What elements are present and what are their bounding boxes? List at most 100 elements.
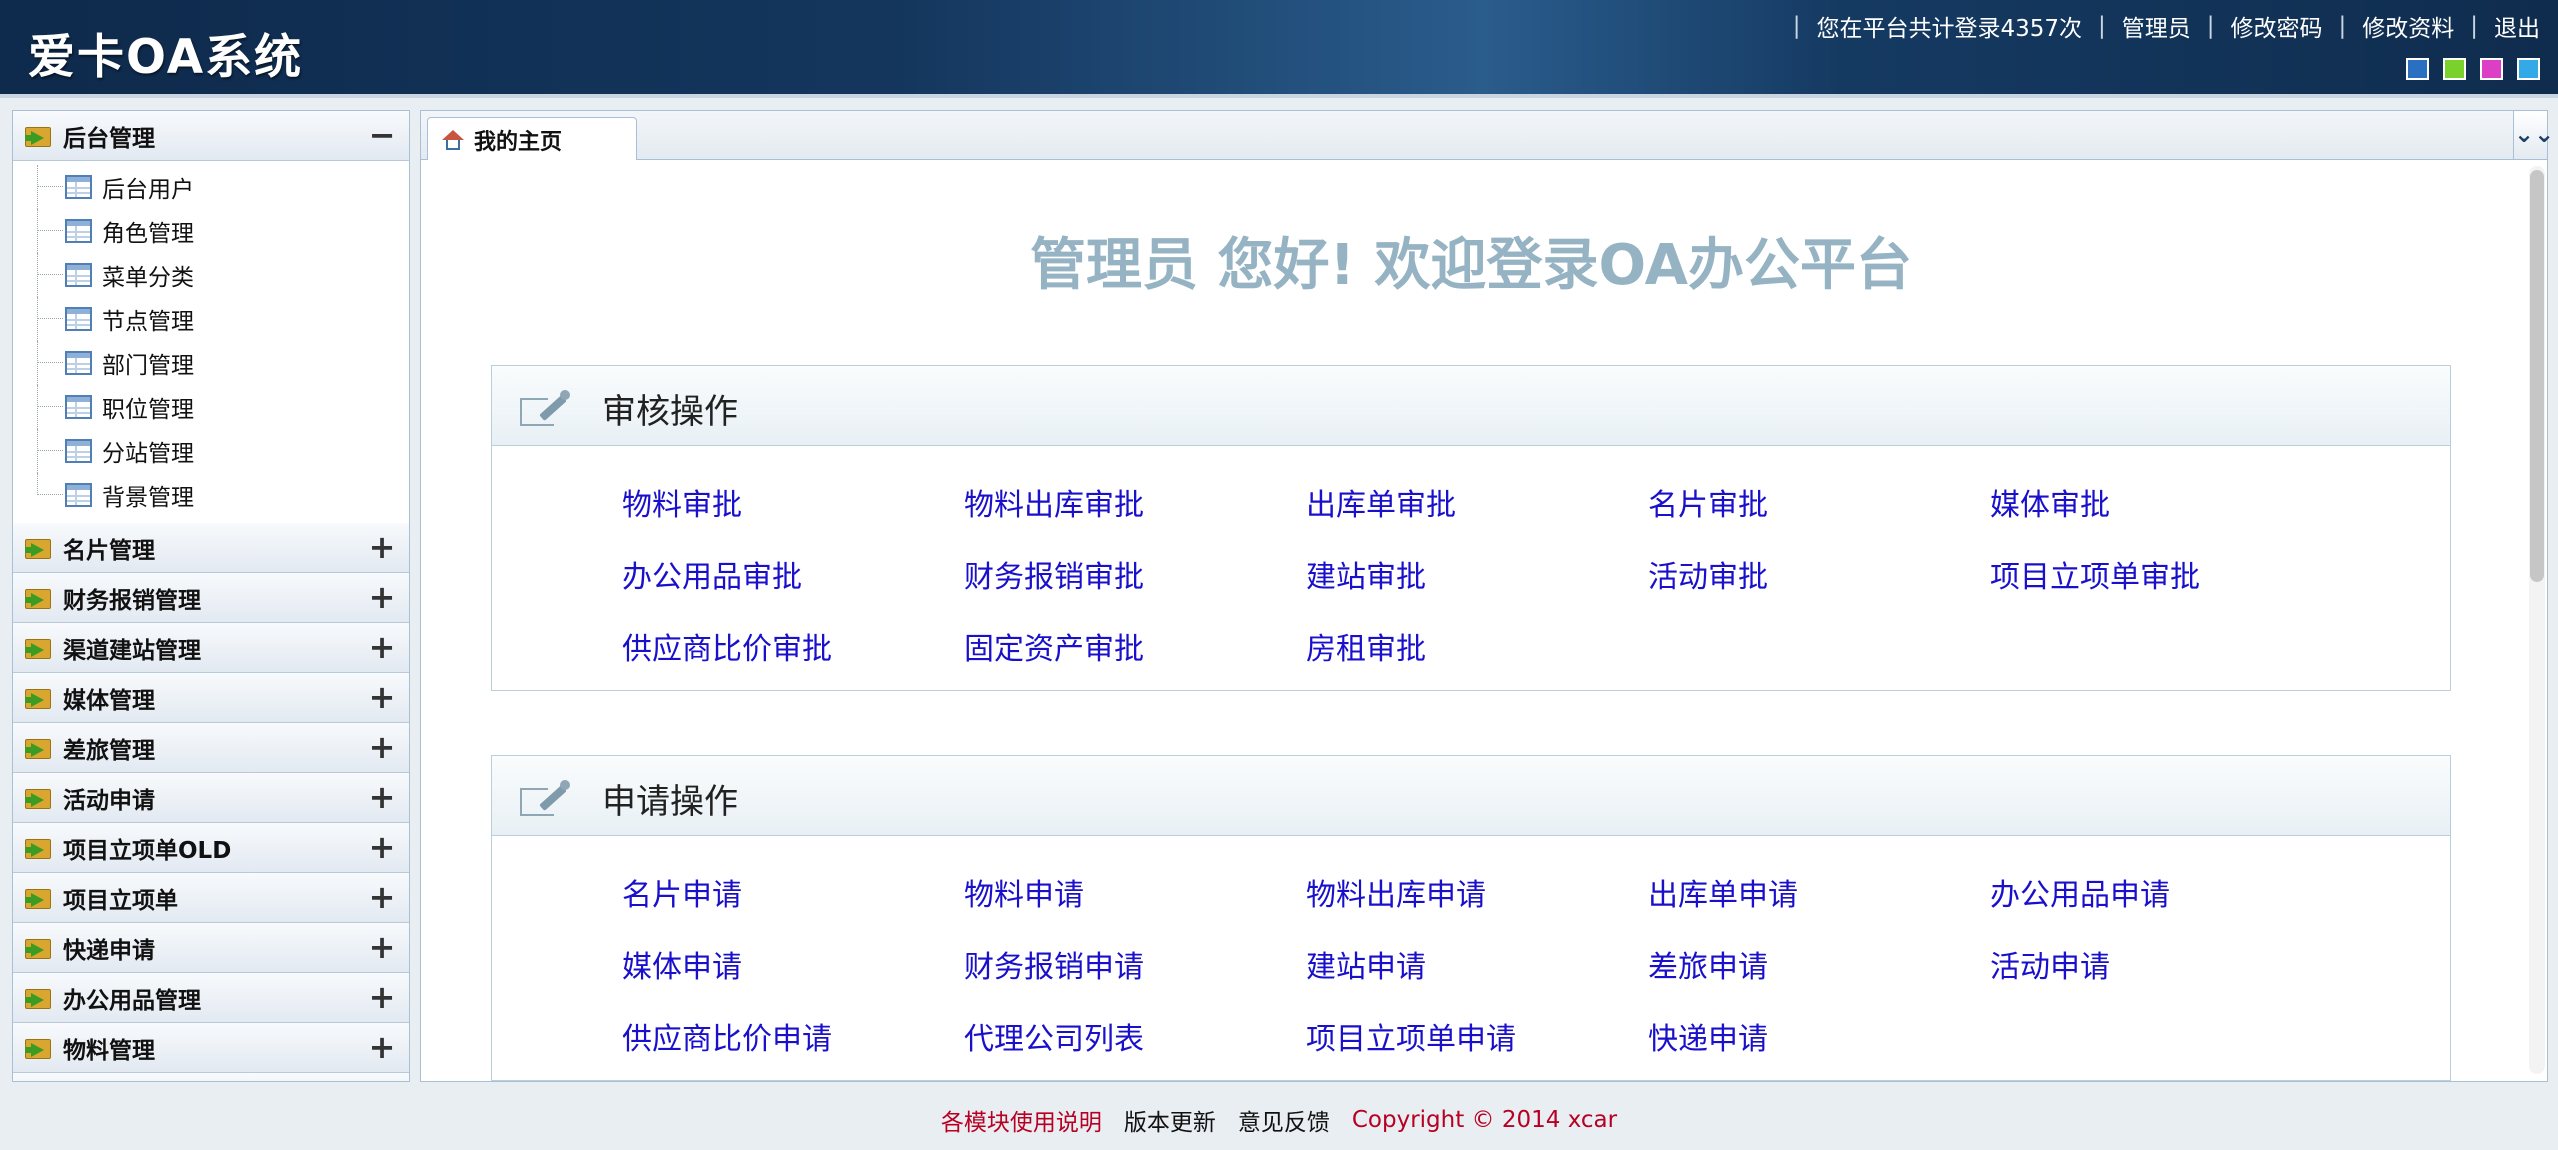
panel-title: 差旅管理 xyxy=(63,737,155,764)
action-link[interactable]: 名片申请 xyxy=(622,874,964,918)
expand-icon[interactable]: + xyxy=(367,731,397,763)
sidebar-panel-header[interactable]: 快递申请 + xyxy=(13,923,409,973)
sidebar-subitem[interactable]: 分站管理 xyxy=(13,429,409,473)
action-link[interactable]: 建站审批 xyxy=(1306,556,1648,600)
action-link[interactable]: 物料申请 xyxy=(964,874,1306,918)
action-link[interactable]: 物料出库审批 xyxy=(964,484,1306,528)
action-link[interactable]: 活动审批 xyxy=(1648,556,1990,600)
edit-pencil-icon xyxy=(520,390,572,428)
scrollbar-thumb[interactable] xyxy=(2530,170,2544,582)
action-link[interactable]: 建站申请 xyxy=(1306,946,1648,990)
sidebar-panel-header[interactable]: 渠道建站管理 + xyxy=(13,623,409,673)
apply-section-header: 申请操作 xyxy=(492,756,2450,836)
sidebar-subitem[interactable]: 角色管理 xyxy=(13,209,409,253)
sidebar-panel-header[interactable]: 考勤管理 + xyxy=(13,1073,409,1082)
collapse-icon[interactable]: − xyxy=(367,119,397,151)
expand-icon[interactable]: + xyxy=(367,581,397,613)
expand-icon[interactable]: + xyxy=(367,631,397,663)
theme-pink-icon[interactable] xyxy=(2480,58,2503,80)
panel-header-admin[interactable]: 后台管理 − xyxy=(13,111,409,161)
logout-link[interactable]: 退出 xyxy=(2494,9,2540,43)
sidebar-panel-header[interactable]: 项目立项单 + xyxy=(13,873,409,923)
theme-blue-icon[interactable] xyxy=(2406,58,2429,80)
action-link[interactable]: 供应商比价审批 xyxy=(622,628,964,672)
change-password-link[interactable]: 修改密码 xyxy=(2231,9,2323,43)
action-link[interactable]: 固定资产审批 xyxy=(964,628,1306,672)
feedback-link[interactable]: 意见反馈 xyxy=(1238,1103,1330,1137)
sidebar-panel-header[interactable]: 项目立项单OLD + xyxy=(13,823,409,873)
action-link[interactable]: 财务报销审批 xyxy=(964,556,1306,600)
panel-title: 考勤管理 xyxy=(63,1081,155,1082)
theme-green-icon[interactable] xyxy=(2443,58,2466,80)
sidebar-subitem[interactable]: 部门管理 xyxy=(13,341,409,385)
panel-title: 媒体管理 xyxy=(63,687,155,714)
action-link[interactable]: 物料审批 xyxy=(622,484,964,528)
expand-icon[interactable]: + xyxy=(367,681,397,713)
sidebar-panel-header[interactable]: 媒体管理 + xyxy=(13,673,409,723)
action-link[interactable]: 出库单申请 xyxy=(1648,874,1990,918)
action-link[interactable]: 财务报销申请 xyxy=(964,946,1306,990)
action-link[interactable]: 办公用品审批 xyxy=(622,556,964,600)
action-link[interactable]: 媒体申请 xyxy=(622,946,964,990)
expand-icon[interactable]: + xyxy=(367,1031,397,1063)
expand-icon[interactable]: + xyxy=(367,931,397,963)
sidebar-panel-header[interactable]: 财务报销管理 + xyxy=(13,573,409,623)
sidebar-panel-header[interactable]: 物料管理 + xyxy=(13,1023,409,1073)
expand-icon[interactable]: + xyxy=(367,531,397,563)
user-link[interactable]: 管理员 xyxy=(2122,9,2191,43)
panel-title: 财务报销管理 xyxy=(63,587,201,614)
action-link[interactable]: 物料出库申请 xyxy=(1306,874,1648,918)
sidebar-subitem-label: 角色管理 xyxy=(102,221,194,247)
expand-icon[interactable]: + xyxy=(367,831,397,863)
table-icon xyxy=(65,219,92,243)
updates-link[interactable]: 版本更新 xyxy=(1124,1103,1216,1137)
action-link[interactable]: 房租审批 xyxy=(1306,628,1648,672)
panel-title: 办公用品管理 xyxy=(63,987,201,1014)
sidebar-panel-header[interactable]: 差旅管理 + xyxy=(13,723,409,773)
tab-list-dropdown-icon[interactable]: ⌄⌄ xyxy=(2513,111,2554,159)
edit-profile-link[interactable]: 修改资料 xyxy=(2362,9,2454,43)
action-link[interactable]: 代理公司列表 xyxy=(964,1018,1306,1062)
sidebar-subitem[interactable]: 菜单分类 xyxy=(13,253,409,297)
edit-pencil-icon xyxy=(520,780,572,818)
sidebar-panel-header[interactable]: 办公用品管理 + xyxy=(13,973,409,1023)
theme-lightblue-icon[interactable] xyxy=(2517,58,2540,80)
folder-arrow-icon xyxy=(23,635,53,661)
separator: | xyxy=(2470,13,2478,39)
panel-title: 名片管理 xyxy=(63,537,155,564)
expand-icon[interactable]: + xyxy=(367,1081,397,1082)
action-link[interactable]: 活动申请 xyxy=(1990,946,2332,990)
panel-title: 项目立项单 xyxy=(63,887,178,914)
action-link[interactable]: 媒体审批 xyxy=(1990,484,2332,528)
expand-icon[interactable]: + xyxy=(367,881,397,913)
panel-title: 物料管理 xyxy=(63,1037,155,1064)
sidebar-subitem[interactable]: 节点管理 xyxy=(13,297,409,341)
sidebar-panel-header[interactable]: 活动申请 + xyxy=(13,773,409,823)
action-link[interactable]: 项目立项单审批 xyxy=(1990,556,2332,600)
expand-icon[interactable]: + xyxy=(367,781,397,813)
sidebar-subitem[interactable]: 后台用户 xyxy=(13,165,409,209)
action-link[interactable]: 差旅申请 xyxy=(1648,946,1990,990)
action-link[interactable]: 项目立项单申请 xyxy=(1306,1018,1648,1062)
help-link[interactable]: 各模块使用说明 xyxy=(941,1103,1102,1137)
apply-section-title: 申请操作 xyxy=(602,782,738,822)
action-link[interactable]: 快递申请 xyxy=(1648,1018,1990,1062)
action-link[interactable]: 办公用品申请 xyxy=(1990,874,2332,918)
sidebar-subitem[interactable]: 职位管理 xyxy=(13,385,409,429)
folder-arrow-icon xyxy=(23,835,53,861)
action-link[interactable]: 供应商比价申请 xyxy=(622,1018,964,1062)
sidebar-subitem[interactable]: 背景管理 xyxy=(13,473,409,517)
review-section: 审核操作 物料审批 物料出库审批 出库单审批 名片审批 媒体审批办公用品审批 财务报销审批… xyxy=(491,365,2451,691)
action-link[interactable]: 名片审批 xyxy=(1648,484,1990,528)
review-section-title: 审核操作 xyxy=(602,392,738,432)
action-link[interactable]: 出库单审批 xyxy=(1306,484,1648,528)
tab-bar: 我的主页 ⌄⌄ xyxy=(420,110,2554,161)
tab-home-label: 我的主页 xyxy=(474,129,563,155)
tab-home[interactable]: 我的主页 xyxy=(427,117,637,161)
table-icon xyxy=(65,263,92,287)
sidebar-panel-header[interactable]: 名片管理 + xyxy=(13,523,409,573)
panel-title: 快递申请 xyxy=(63,937,155,964)
expand-icon[interactable]: + xyxy=(367,981,397,1013)
sidebar-menu: 后台管理 − 后台用户 角色管理 菜单分类 节点管理 部门管理 职位管理 分站管理 背景管理 … xyxy=(12,110,410,1082)
vertical-scrollbar[interactable] xyxy=(2529,166,2545,1074)
